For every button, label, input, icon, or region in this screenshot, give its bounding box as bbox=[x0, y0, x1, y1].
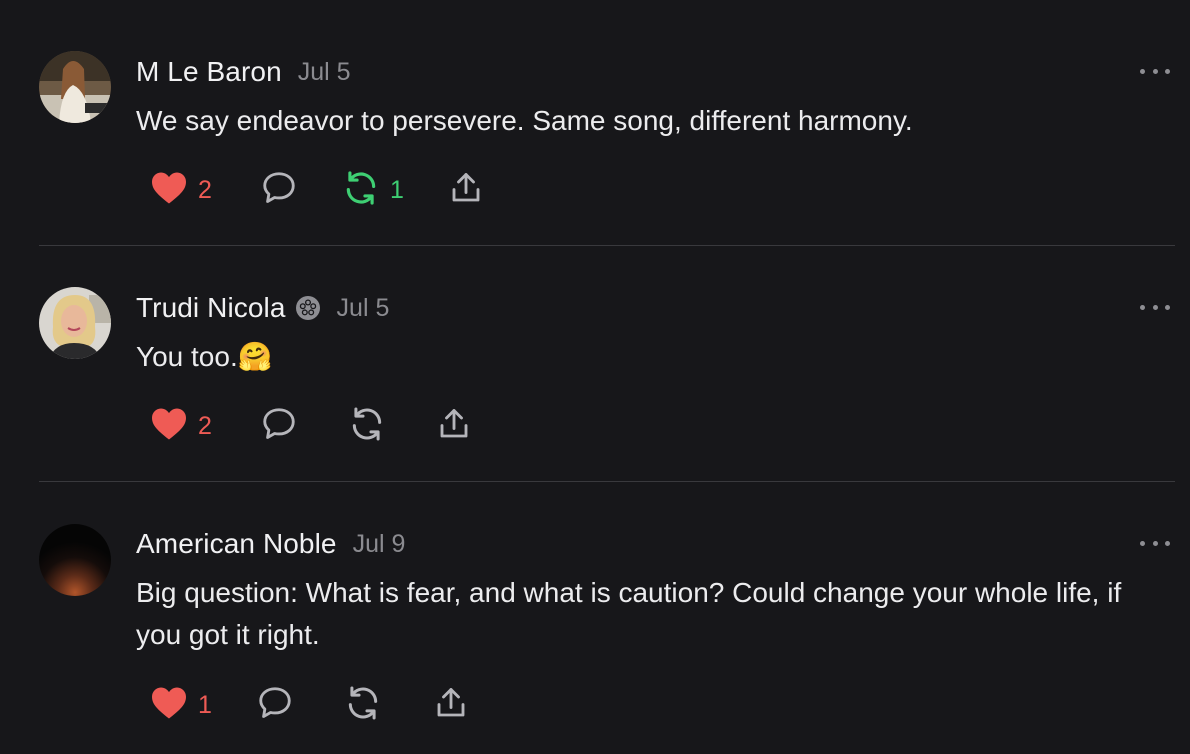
dot bbox=[1152, 68, 1158, 74]
reply-button[interactable] bbox=[260, 406, 298, 446]
restack-count: 1 bbox=[390, 175, 404, 204]
heart-icon bbox=[150, 171, 188, 210]
heart-icon bbox=[150, 686, 188, 725]
more-options-button[interactable] bbox=[1140, 301, 1170, 313]
like-count: 1 bbox=[198, 690, 212, 719]
author-name[interactable]: American Noble bbox=[136, 528, 337, 560]
comment-header: Trudi Nicola Jul 5 bbox=[136, 290, 389, 326]
share-upload-icon bbox=[436, 405, 472, 448]
speech-bubble-icon bbox=[260, 405, 298, 448]
dot bbox=[1140, 68, 1145, 74]
comment-date[interactable]: Jul 5 bbox=[298, 58, 351, 87]
heart-icon bbox=[150, 407, 188, 446]
dot bbox=[1140, 304, 1145, 310]
like-button[interactable]: 1 bbox=[150, 685, 212, 725]
like-button[interactable]: 2 bbox=[150, 406, 212, 446]
comment-text: We say endeavor to persevere. Same song,… bbox=[136, 105, 913, 136]
comment-text: Big question: What is fear, and what is … bbox=[136, 577, 1122, 650]
speech-bubble-icon bbox=[256, 684, 294, 727]
avatar[interactable] bbox=[39, 287, 111, 359]
like-count: 2 bbox=[198, 411, 212, 440]
flower-badge-icon bbox=[295, 295, 321, 321]
restack-button[interactable] bbox=[348, 406, 386, 446]
more-options-button[interactable] bbox=[1140, 537, 1170, 549]
dot bbox=[1152, 304, 1158, 310]
reply-button[interactable] bbox=[256, 685, 294, 725]
author-name[interactable]: Trudi Nicola bbox=[136, 292, 286, 324]
reply-button[interactable] bbox=[260, 170, 298, 210]
comment-date[interactable]: Jul 9 bbox=[353, 530, 406, 559]
share-button[interactable] bbox=[436, 406, 472, 446]
comment-text: You too.🤗 bbox=[136, 341, 273, 372]
share-button[interactable] bbox=[433, 685, 469, 725]
like-count: 2 bbox=[198, 175, 212, 204]
share-upload-icon bbox=[433, 684, 469, 727]
divider bbox=[39, 245, 1175, 246]
dot bbox=[1165, 540, 1170, 546]
restack-button[interactable]: 1 bbox=[342, 170, 404, 210]
dot bbox=[1165, 304, 1170, 310]
author-name[interactable]: M Le Baron bbox=[136, 56, 282, 88]
dot bbox=[1140, 540, 1145, 546]
restack-arrows-icon bbox=[344, 684, 382, 727]
restack-arrows-icon bbox=[348, 405, 386, 448]
avatar[interactable] bbox=[39, 51, 111, 123]
comment-date[interactable]: Jul 5 bbox=[337, 294, 390, 323]
share-button[interactable] bbox=[448, 170, 484, 210]
comment-header: M Le Baron Jul 5 bbox=[136, 54, 351, 90]
share-upload-icon bbox=[448, 169, 484, 212]
like-button[interactable]: 2 bbox=[150, 170, 212, 210]
dot bbox=[1152, 540, 1158, 546]
comment-header: American Noble Jul 9 bbox=[136, 526, 405, 562]
restack-arrows-icon bbox=[342, 169, 380, 212]
restack-button[interactable] bbox=[344, 685, 382, 725]
divider bbox=[39, 481, 1175, 482]
dot bbox=[1165, 68, 1170, 74]
speech-bubble-icon bbox=[260, 169, 298, 212]
more-options-button[interactable] bbox=[1140, 65, 1170, 77]
avatar[interactable] bbox=[39, 524, 111, 596]
